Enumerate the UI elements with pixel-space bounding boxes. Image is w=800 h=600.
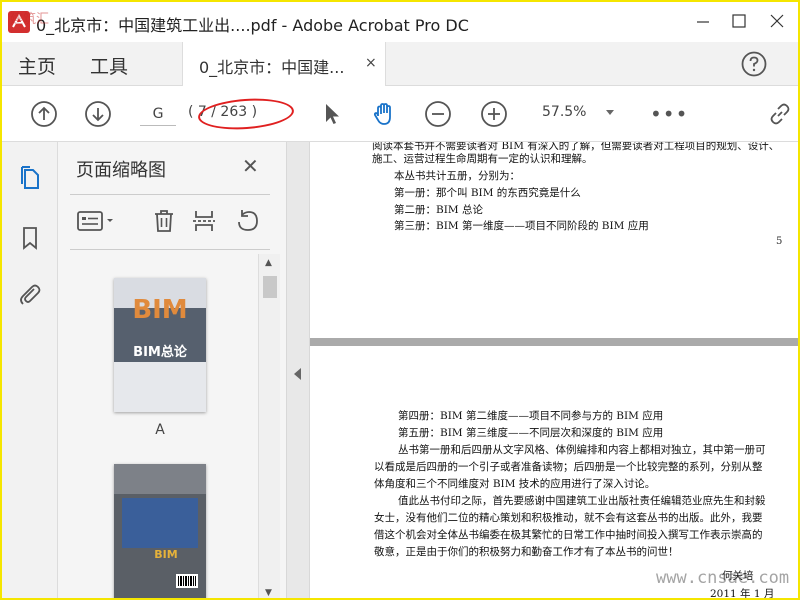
doc-line: 敬意，正是由于你们的积极努力和勤奋工作才有了本丛书的问世！ bbox=[374, 546, 679, 558]
more-tools-icon[interactable]: ••• bbox=[650, 102, 688, 126]
doc-line: 第四册：BIM 第二维度——项目不同参与方的 BIM 应用 bbox=[398, 410, 664, 422]
book-cover-image: BIM BIM总论 bbox=[114, 278, 206, 412]
page-number: 5 bbox=[776, 236, 783, 247]
previous-page-icon[interactable] bbox=[30, 100, 58, 128]
thumbnail-toolbar bbox=[70, 194, 270, 250]
doc-line: 以看成是后四册的一个引子或者准备读物；后四册是一个比较完整的系列，分别从整 bbox=[374, 461, 763, 473]
doc-line: 值此丛书付印之际，首先要感谢中国建筑工业出版社责任编辑范业庶先生和封毅 bbox=[398, 495, 766, 507]
page-thumbnail[interactable]: BIM BIM总论 bbox=[114, 278, 206, 412]
document-view[interactable]: 阅读本套书并不需要读者对 BIM 有深入的了解，但需要读者对工程项目的规划、设计… bbox=[310, 142, 798, 600]
chevron-down-icon[interactable] bbox=[606, 110, 614, 115]
document-tab-label: 0_北京市：中国建... bbox=[199, 58, 345, 77]
close-tab-icon[interactable]: × bbox=[365, 55, 377, 71]
window-title: 0_北京市：中国建筑工业出....pdf - Adobe Acrobat Pro… bbox=[36, 16, 469, 35]
red-annotation-ellipse bbox=[197, 95, 295, 133]
page-thumbnail[interactable]: BIM bbox=[114, 464, 206, 598]
doc-line: 第三册：BIM 第一维度——项目不同阶段的 BIM 应用 bbox=[394, 220, 649, 232]
cover-title: BIM总论 bbox=[133, 344, 188, 360]
help-icon[interactable] bbox=[740, 50, 768, 78]
doc-line: 第五册：BIM 第三维度——不同层次和深度的 BIM 应用 bbox=[398, 427, 664, 439]
corner-watermark: 建筑汇 bbox=[10, 12, 50, 27]
tab-tools[interactable]: 工具 bbox=[90, 52, 128, 79]
doc-line: 借这个机会对全体丛书编委在极其繁忙的日常工作中抽时间投入撰写工作表示崇高的 bbox=[374, 529, 763, 541]
site-watermark: www.cnsae.com bbox=[656, 568, 790, 588]
tab-home[interactable]: 主页 bbox=[18, 52, 56, 79]
panel-title: 页面缩略图 bbox=[76, 160, 166, 181]
zoom-in-icon[interactable] bbox=[480, 100, 508, 128]
app-window: 0_北京市：中国建筑工业出....pdf - Adobe Acrobat Pro… bbox=[0, 0, 800, 600]
hand-tool-icon[interactable] bbox=[370, 100, 398, 128]
pdf-page-upper: 阅读本套书并不需要读者对 BIM 有深入的了解，但需要读者对工程项目的规划、设计… bbox=[310, 142, 798, 338]
next-page-icon[interactable] bbox=[84, 100, 112, 128]
cover-big-text: BIM bbox=[132, 295, 187, 325]
select-cursor-icon[interactable] bbox=[318, 100, 346, 128]
attachment-icon[interactable] bbox=[16, 280, 44, 308]
scroll-down-icon[interactable]: ▼ bbox=[265, 588, 272, 598]
pdf-page-lower: 第四册：BIM 第二维度——项目不同参与方的 BIM 应用 第五册：BIM 第三… bbox=[310, 346, 798, 600]
rotate-page-icon[interactable] bbox=[234, 207, 262, 235]
book-cover-image: BIM bbox=[114, 464, 206, 598]
zoom-level-select[interactable]: 57.5% bbox=[542, 104, 586, 120]
left-navigation-rail bbox=[2, 142, 58, 598]
doc-line: 第二册：BIM 总论 bbox=[394, 204, 483, 216]
share-link-icon[interactable] bbox=[766, 100, 794, 128]
bookmark-icon[interactable] bbox=[16, 224, 44, 252]
cover-title: BIM bbox=[154, 548, 177, 561]
panel-splitter[interactable] bbox=[286, 142, 310, 598]
page-thumbnails-panel: 页面缩略图 ✕ BIM BIM总论 A BIM ▲ ▼ bbox=[58, 142, 286, 598]
doc-line: 丛书第一册和后四册从文字风格、体例编排和内容上都相对独立，其中第一册可 bbox=[398, 444, 766, 456]
thumbnail-options-icon[interactable] bbox=[76, 207, 116, 235]
doc-line: 女士，没有他们二位的精心策划和积极推动，就不会有这套丛书的出版。此外，我要 bbox=[374, 512, 763, 524]
doc-line: 体角度和三个不同维度对 BIM 技术的应用进行了深入讨论。 bbox=[374, 478, 656, 490]
page-number-input[interactable]: G bbox=[140, 102, 176, 126]
page-thumbnails-icon[interactable] bbox=[16, 164, 44, 192]
title-bar: 0_北京市：中国建筑工业出....pdf - Adobe Acrobat Pro… bbox=[2, 2, 798, 42]
thumbnail-scrollbar[interactable]: ▲ ▼ bbox=[258, 254, 280, 598]
tab-document[interactable]: 0_北京市：中国建... × bbox=[182, 42, 386, 86]
scrollbar-thumb[interactable] bbox=[263, 276, 277, 298]
close-window-icon[interactable] bbox=[762, 8, 792, 34]
tab-bar: 主页 工具 0_北京市：中国建... × bbox=[2, 42, 798, 86]
doc-line: 第一册：那个叫 BIM 的东西究竟是什么 bbox=[394, 187, 581, 199]
delete-page-icon[interactable] bbox=[150, 207, 178, 235]
collapse-panel-icon[interactable] bbox=[294, 368, 301, 380]
doc-date: 2011 年 1 月 bbox=[710, 588, 775, 600]
doc-line: 本丛书共计五册，分别为： bbox=[394, 170, 520, 182]
close-panel-icon[interactable]: ✕ bbox=[242, 154, 259, 178]
scroll-up-icon[interactable]: ▲ bbox=[265, 258, 272, 268]
zoom-out-icon[interactable] bbox=[424, 100, 452, 128]
thumbnail-label: A bbox=[155, 422, 165, 438]
extract-page-icon[interactable] bbox=[190, 207, 218, 235]
maximize-icon[interactable] bbox=[724, 8, 754, 34]
doc-line: 施工、运营过程生命周期有一定的认识和理解。 bbox=[372, 153, 593, 165]
main-toolbar: G ( 7 / 263 ) 57.5% ••• bbox=[2, 86, 798, 142]
thumbnail-list[interactable]: BIM BIM总论 A BIM bbox=[58, 254, 258, 598]
minimize-icon[interactable] bbox=[688, 8, 718, 34]
